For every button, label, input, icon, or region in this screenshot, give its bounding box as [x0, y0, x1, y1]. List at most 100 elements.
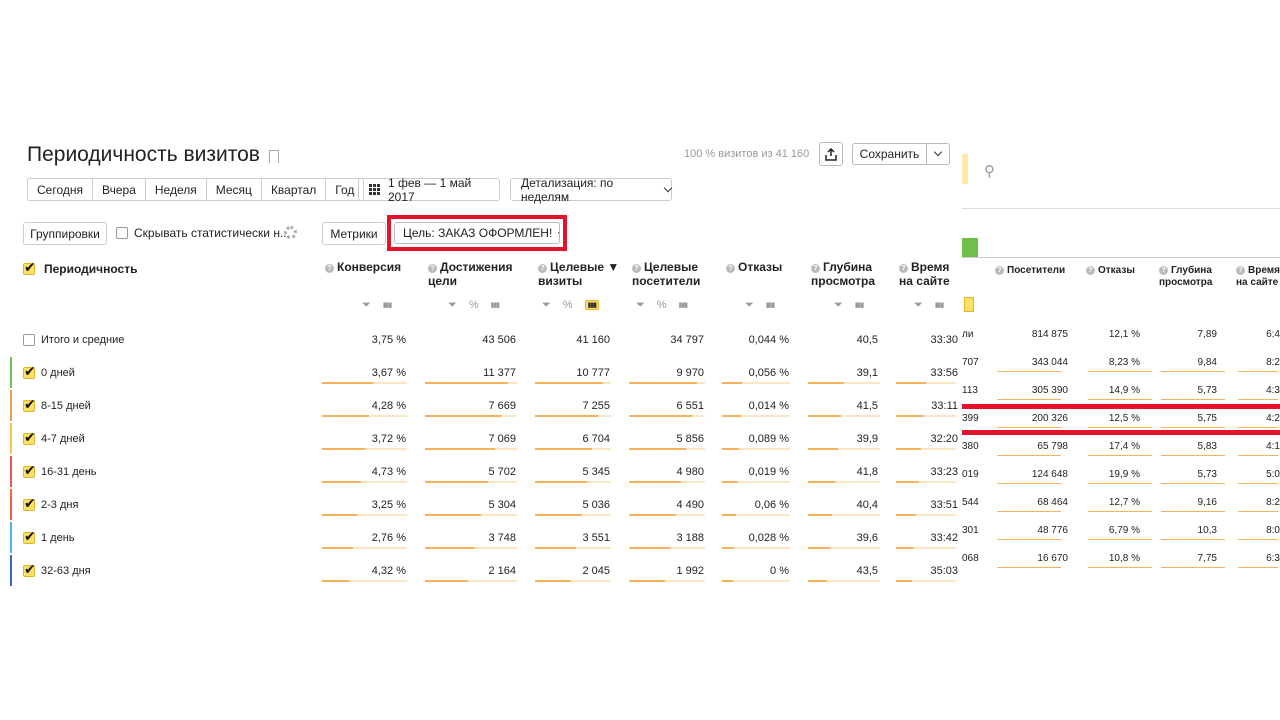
groupings-button[interactable]: Группировки: [23, 222, 107, 245]
period-selector: Сегодня Вчера Неделя Месяц Квартал Год: [27, 178, 365, 201]
column-header[interactable]: ? Достижения цели: [428, 260, 512, 288]
column-tools: ⏷ ▮▮▮: [914, 296, 945, 314]
filter-icon[interactable]: ⏷: [914, 299, 923, 312]
cell-bar-fill: [808, 382, 844, 384]
percent-icon[interactable]: %: [469, 299, 479, 311]
table-cell: 6 704: [582, 433, 610, 445]
filter-icon[interactable]: ⏷: [542, 299, 551, 312]
cell-bar-fill: [322, 580, 349, 582]
help-icon[interactable]: ?: [726, 264, 735, 273]
chart-fragment: [962, 238, 978, 258]
column-header[interactable]: ? Целевые посетители: [632, 260, 700, 288]
help-icon[interactable]: ?: [632, 264, 641, 273]
column-header[interactable]: ? Отказы: [726, 260, 782, 274]
table-cell: 32:20: [930, 433, 958, 445]
column-header[interactable]: ? Время на сайте: [899, 260, 950, 288]
help-icon[interactable]: ?: [1159, 266, 1168, 275]
help-icon[interactable]: ?: [428, 264, 437, 273]
bar-chart-icon[interactable]: ▮▮▮: [679, 301, 689, 309]
row-checkbox[interactable]: [23, 363, 36, 380]
cell-bar-fill: [722, 514, 736, 516]
filter-icon[interactable]: ⏷: [636, 299, 645, 312]
save-button[interactable]: Сохранить: [852, 143, 927, 165]
filter-icon[interactable]: ⏷: [834, 299, 843, 312]
date-range-label: 1 фев — 1 май 2017: [388, 175, 472, 204]
panel-cell: 65 798: [1037, 441, 1068, 452]
panel-cell-bar: [1161, 539, 1225, 540]
panel-cell: 200 326: [1031, 413, 1068, 424]
bar-chart-icon[interactable]: ▮▮▮: [935, 301, 945, 309]
help-icon[interactable]: ?: [1236, 266, 1245, 275]
table-cell: 5 345: [582, 466, 610, 478]
totals-cell: 41 160: [576, 334, 610, 346]
period-quarter[interactable]: Квартал: [260, 178, 327, 201]
totals-checkbox[interactable]: [23, 334, 35, 346]
panel-column-header: ? Отказы: [1086, 265, 1135, 277]
period-week[interactable]: Неделя: [144, 178, 207, 201]
bar-chart-icon[interactable]: ▮▮▮: [383, 301, 393, 309]
row-color-marker: [10, 555, 12, 586]
hide-insignificant-toggle[interactable]: Скрывать статистически н...: [116, 226, 290, 240]
help-icon[interactable]: ?: [995, 266, 1004, 275]
row-checkbox[interactable]: [23, 561, 36, 578]
filter-icon[interactable]: ⏷: [745, 299, 754, 312]
cell-bar-fill: [425, 382, 508, 384]
cell-bar-fill: [629, 580, 665, 582]
cell-bar-fill: [808, 580, 827, 582]
panel-cell: 14,9 %: [1108, 385, 1140, 396]
chart-axis: [962, 257, 1280, 258]
bar-chart-icon[interactable]: ▮▮▮: [766, 301, 776, 309]
metrics-button[interactable]: Метрики: [322, 222, 386, 245]
panel-cell: 5:0: [1266, 469, 1280, 480]
row-checkbox[interactable]: [23, 462, 36, 479]
help-icon[interactable]: ?: [899, 264, 908, 273]
panel-cell-bar: [997, 455, 1061, 456]
period-yesterday[interactable]: Вчера: [92, 178, 146, 201]
bookmark-icon[interactable]: [268, 149, 279, 163]
period-month[interactable]: Месяц: [205, 178, 262, 201]
panel-partial-cell: 399: [962, 413, 979, 424]
help-icon[interactable]: ?: [811, 264, 820, 273]
cell-bar-fill: [425, 415, 502, 417]
table-cell: 3 551: [582, 532, 610, 544]
detail-dropdown[interactable]: Детализация: по неделям: [510, 176, 673, 204]
row-checkbox[interactable]: [23, 396, 36, 413]
help-icon[interactable]: ?: [538, 264, 547, 273]
help-icon[interactable]: ?: [325, 264, 334, 273]
panel-cell: 4:2: [1266, 413, 1280, 424]
hide-insignificant-checkbox[interactable]: [116, 227, 128, 239]
table-row-label: 0 дней: [23, 363, 75, 380]
date-range-button[interactable]: 1 фев — 1 май 2017: [358, 175, 500, 204]
filter-icon[interactable]: ⏷: [362, 299, 371, 312]
save-options-button[interactable]: [926, 143, 950, 165]
percent-icon[interactable]: %: [563, 299, 573, 311]
row-checkbox[interactable]: [23, 528, 36, 545]
column-header[interactable]: ? Целевые ▼ визиты: [538, 260, 619, 288]
period-today[interactable]: Сегодня: [27, 178, 93, 201]
table-cell: 39,6: [856, 532, 878, 544]
help-icon[interactable]: ?: [1086, 266, 1095, 275]
column-header[interactable]: ? Конверсия: [325, 260, 401, 274]
filter-icon[interactable]: ⏷: [448, 299, 457, 312]
export-button[interactable]: [819, 142, 843, 166]
column-header[interactable]: ? Глубина просмотра: [811, 260, 875, 288]
table-cell: 7 255: [582, 400, 610, 412]
table-cell: 3,67 %: [371, 367, 406, 379]
bar-chart-icon[interactable]: ▮▮▮: [491, 301, 501, 309]
bar-chart-icon[interactable]: ▮▮▮: [855, 301, 865, 309]
cell-bar-fill: [808, 547, 830, 549]
row-checkbox[interactable]: [23, 429, 36, 446]
percent-icon[interactable]: %: [657, 299, 667, 311]
gear-icon[interactable]: [284, 226, 297, 239]
cell-bar-fill: [896, 448, 922, 450]
goal-dropdown[interactable]: Цель: ЗАКАЗ ОФОРМЛЕН!: [394, 222, 560, 244]
select-all-checkbox[interactable]: [23, 259, 36, 276]
row-checkbox[interactable]: [23, 495, 36, 512]
row-label-text: 32-63 дня: [41, 565, 91, 577]
table-cell: 10 777: [576, 367, 610, 379]
bar-chart-icon[interactable]: ▮▮▮: [584, 300, 600, 310]
table-cell: 0,019 %: [748, 466, 789, 478]
panel-cell: 68 464: [1037, 497, 1068, 508]
panel-cell: 8:0: [1266, 525, 1280, 536]
cell-bar-fill: [896, 514, 917, 516]
